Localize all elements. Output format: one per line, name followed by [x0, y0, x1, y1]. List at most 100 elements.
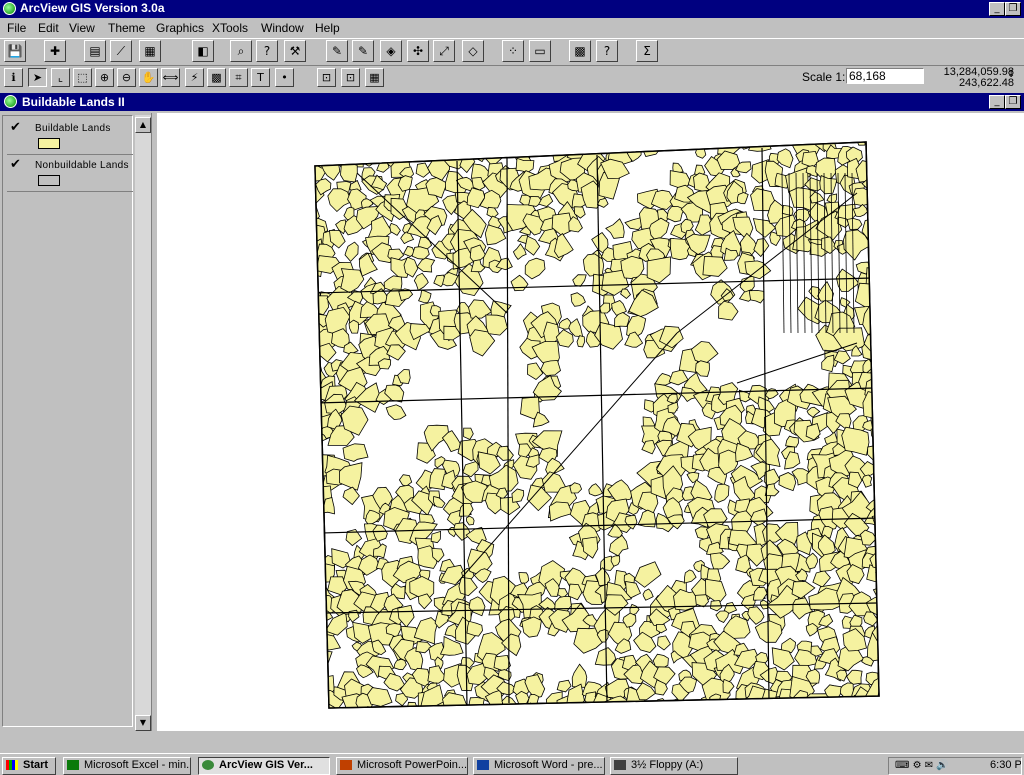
menu-graphics[interactable]: Graphics [156, 21, 204, 35]
locate-button[interactable]: ? [256, 40, 278, 62]
clear-selection-icon: ✎ [357, 44, 369, 58]
buildable-parcel [610, 142, 623, 146]
edit-legend-button[interactable]: ⟋ [110, 40, 132, 62]
buildable-parcel [315, 679, 321, 706]
menu-window[interactable]: Window [261, 21, 304, 35]
task-powerpoint[interactable]: Microsoft PowerPoin... [336, 757, 468, 775]
save-icon: 💾 [7, 44, 23, 58]
pointer-tool[interactable]: ➤ [28, 68, 47, 87]
snap-tool-2[interactable]: ⊡ [341, 68, 360, 87]
vertex-edit-tool[interactable]: ⌞ [51, 68, 70, 87]
label-tool[interactable]: ⌗ [229, 68, 248, 87]
buildable-parcel [346, 142, 361, 150]
coordinate-y: 243,622.48 [958, 77, 1014, 89]
buildable-parcel [594, 713, 614, 731]
buildable-parcel [608, 712, 627, 731]
scale-input[interactable]: 68,168 [846, 68, 924, 84]
query-builder-button[interactable]: ⚒ [284, 40, 306, 62]
zoom-to-themes-button[interactable]: ✣ [407, 40, 429, 62]
minimize-button[interactable]: _ [989, 2, 1005, 16]
pan-tool[interactable]: ✋ [139, 68, 158, 87]
buildable-parcel [877, 162, 879, 174]
word-icon [477, 760, 489, 770]
map-display[interactable] [157, 113, 1024, 731]
hotlink-tool[interactable]: ⚡ [185, 68, 204, 87]
buildable-parcel [817, 703, 844, 708]
hotlink-button[interactable]: ▩ [569, 40, 591, 62]
menu-help[interactable]: Help [315, 21, 340, 35]
scroll-down-icon[interactable]: ▼ [135, 715, 151, 731]
help-button[interactable]: ? [596, 40, 618, 62]
legend-label: Nonbuildable Lands [35, 160, 129, 171]
buildable-parcel [834, 703, 851, 708]
menu-xtools[interactable]: XTools [212, 21, 248, 35]
scroll-up-icon[interactable]: ▲ [135, 117, 151, 133]
select-feature-tool[interactable]: ⬚ [73, 68, 92, 87]
task-word[interactable]: Microsoft Word - pre... [473, 757, 605, 775]
legend-swatch-buildable[interactable] [38, 138, 60, 149]
buildable-parcel [515, 157, 535, 173]
buildable-parcel [872, 261, 879, 285]
theme-properties-button[interactable]: ▤ [84, 40, 106, 62]
draw-point-icon: • [281, 71, 288, 84]
buildable-parcel [459, 703, 486, 708]
draw-point-tool[interactable]: • [275, 68, 294, 87]
buildable-parcel [315, 631, 324, 658]
menu-theme[interactable]: Theme [108, 21, 145, 35]
button-bar: 💾 ✚ ▤ ⟋ ▦ ◧ ⌕? ⚒ ✎ ✎ ◈ ✣ ⤢ ◇ ⁘ ▭ ▩? Σ [0, 38, 1024, 65]
zoom-out-icon: ⊖ [121, 71, 132, 84]
zoom-out-tool[interactable]: ⊖ [117, 68, 136, 87]
view-minimize-button[interactable]: _ [989, 95, 1005, 109]
toc-scrollbar[interactable]: ▲ ▼ [135, 115, 151, 731]
buildable-parcel [315, 508, 325, 529]
create-chart-button[interactable]: ⁘ [502, 40, 524, 62]
text-tool[interactable]: T [251, 68, 270, 87]
tray-icons[interactable]: ⌨ ⚙ ✉ 🔊 [895, 759, 949, 773]
snap-tool-1[interactable]: ⊡ [317, 68, 336, 87]
task-floppy[interactable]: 3½ Floppy (A:) [610, 757, 738, 775]
buildable-parcel [399, 142, 412, 149]
menu-view[interactable]: View [69, 21, 95, 35]
tool-bar: Scale 1: 68,168 13,284,059.98 243,622.48… [0, 65, 1024, 91]
view-globe-icon[interactable] [4, 95, 17, 108]
summary-button[interactable]: Σ [636, 40, 658, 62]
select-by-theme-button[interactable]: ✎ [326, 40, 348, 62]
task-arcview[interactable]: ArcView GIS Ver... [198, 757, 330, 775]
zoom-to-selected-button[interactable]: ⤢ [433, 40, 455, 62]
pan-icon: ✋ [141, 71, 156, 84]
area-of-interest-tool[interactable]: ▩ [207, 68, 226, 87]
clear-selection-button[interactable]: ✎ [352, 40, 374, 62]
menu-edit[interactable]: Edit [38, 21, 59, 35]
buildable-lands-map[interactable] [157, 113, 1024, 731]
zoom-in-tool[interactable]: ⊕ [95, 68, 114, 87]
buildable-parcel [866, 255, 879, 285]
grid-tool[interactable]: ▦ [365, 68, 384, 87]
buildable-parcel [522, 142, 540, 155]
start-button[interactable]: Start [2, 757, 56, 775]
menu-file[interactable]: File [7, 21, 26, 35]
grid-icon: ▦ [369, 71, 380, 84]
restore-button[interactable]: ❐ [1005, 2, 1021, 16]
layout-button[interactable]: ▭ [529, 40, 551, 62]
identify-tool[interactable]: ℹ [4, 68, 23, 87]
find-button[interactable]: ⌕ [230, 40, 252, 62]
add-theme-button[interactable]: ✚ [44, 40, 66, 62]
buildable-parcel [315, 483, 322, 498]
visibility-checkbox[interactable]: ✔ [10, 120, 21, 135]
promote-button[interactable]: ◈ [380, 40, 402, 62]
view-title-bar[interactable]: Buildable Lands II _ ❐ [0, 93, 1024, 111]
arcview-globe-icon[interactable] [3, 2, 16, 15]
visibility-checkbox[interactable]: ✔ [10, 157, 21, 172]
zoom-previous-button[interactable]: ◇ [462, 40, 484, 62]
app-title-bar[interactable]: ArcView GIS Version 3.0a _ ❐ [0, 0, 1024, 18]
legend-entry-nonbuildable[interactable]: ✔ Nonbuildable Lands [7, 155, 133, 192]
save-button[interactable]: 💾 [4, 40, 26, 62]
task-excel[interactable]: Microsoft Excel - min... [63, 757, 191, 775]
buildable-parcel [315, 454, 317, 467]
zoom-full-extent-button[interactable]: ◧ [192, 40, 214, 62]
open-table-button[interactable]: ▦ [139, 40, 161, 62]
measure-tool[interactable]: ⟺ [161, 68, 180, 87]
view-restore-button[interactable]: ❐ [1005, 95, 1021, 109]
legend-swatch-nonbuildable[interactable] [38, 175, 60, 186]
legend-entry-buildable[interactable]: ✔ Buildable Lands [7, 118, 133, 155]
